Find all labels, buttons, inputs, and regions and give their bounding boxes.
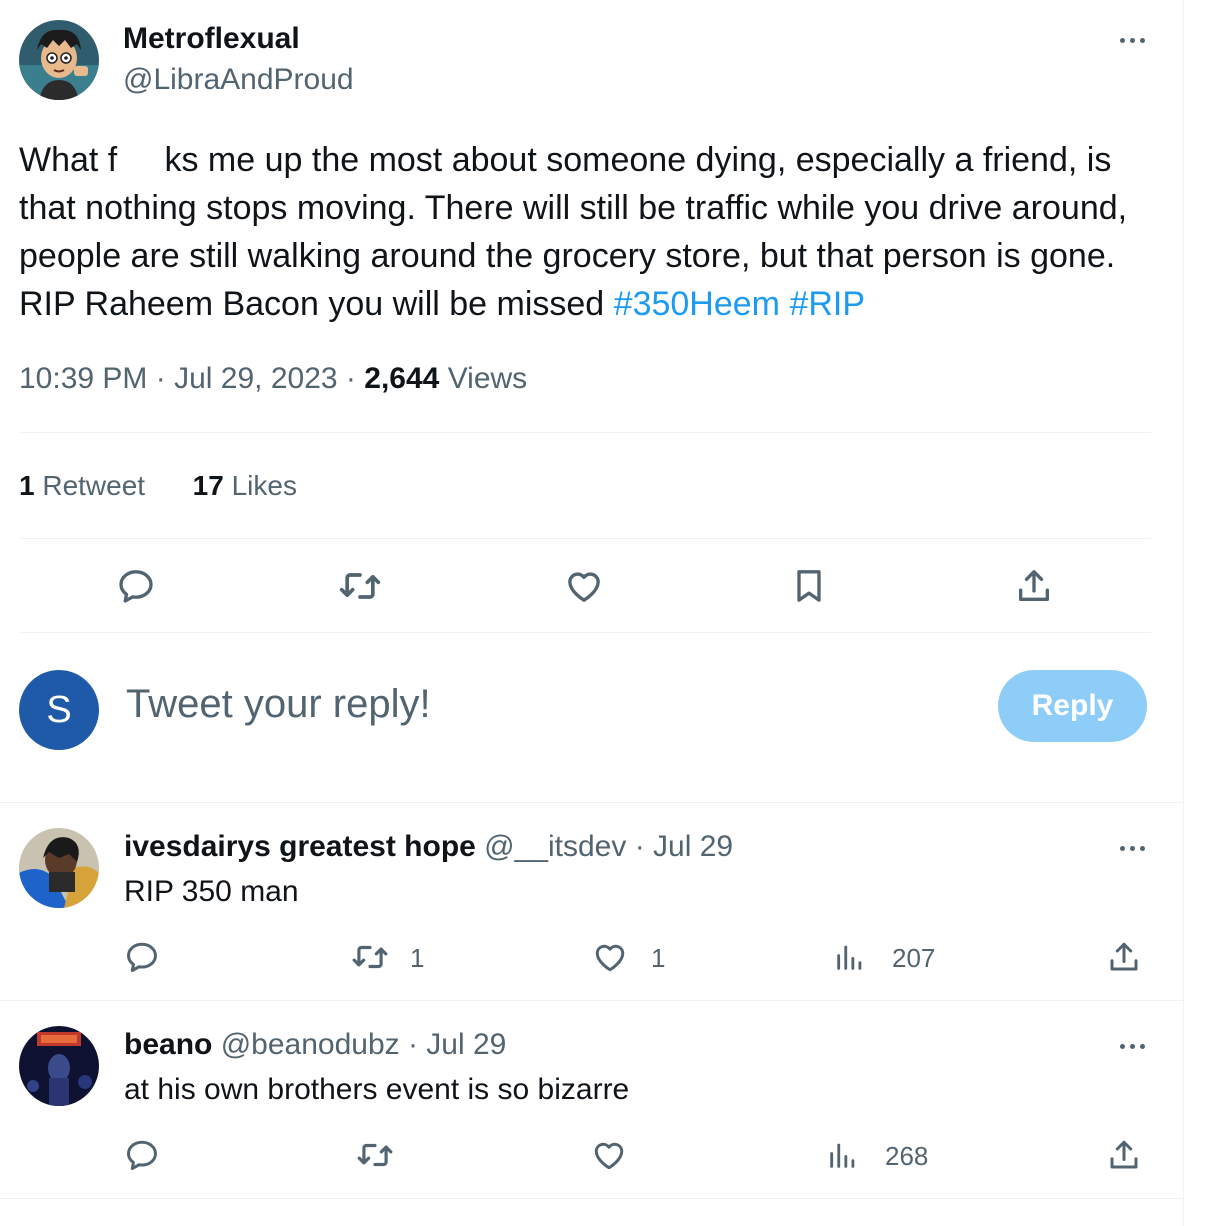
retweets-stat[interactable]: 1 Retweet (19, 470, 145, 501)
engagement-stats: 1 Retweet 17 Likes (19, 470, 297, 502)
retweet-count: 1 (410, 943, 425, 973)
reply-icon[interactable] (122, 1135, 162, 1175)
share-icon[interactable] (1104, 1135, 1144, 1175)
divider (0, 1000, 1183, 1001)
likes-label: Likes (231, 470, 297, 501)
reply-author-name[interactable]: beano (124, 1028, 212, 1061)
views-count: 207 (892, 943, 936, 973)
reply-author-name[interactable]: ivesdairys greatest hope (124, 830, 476, 863)
user-avatar[interactable]: S (19, 670, 99, 750)
share-icon[interactable] (1104, 937, 1144, 977)
reply-text: at his own brothers event is so bizarre (124, 1073, 630, 1106)
views-count: 2,644 (364, 362, 440, 395)
likes-count: 17 (192, 470, 224, 501)
views-label: Views (447, 362, 528, 395)
share-icon[interactable] (1009, 561, 1059, 611)
reply-avatar[interactable] (19, 828, 99, 908)
tweet-meta: 10:39 PM · Jul 29, 2023 · 2,644 Views (19, 362, 527, 396)
hashtag-link[interactable]: #RIP (789, 285, 865, 323)
reply-author-handle[interactable]: @__itsdev (484, 830, 626, 863)
author-handle[interactable]: @LibraAndProud (123, 63, 354, 97)
separator: · (155, 362, 166, 395)
avatar-letter: S (46, 688, 72, 731)
bookmark-icon[interactable] (784, 561, 834, 611)
timeline-border (1183, 0, 1184, 1226)
reply-icon[interactable] (122, 937, 162, 977)
hashtag-link[interactable]: #350Heem (614, 285, 780, 323)
retweets-label: Retweet (42, 470, 146, 501)
reply-header: ivesdairys greatest hope @__itsdev · Jul… (124, 830, 733, 864)
views-icon[interactable] (823, 1135, 863, 1175)
retweet-icon[interactable] (355, 1135, 395, 1175)
like-count: 1 (651, 943, 666, 973)
tweet-time[interactable]: 10:39 PM (19, 362, 147, 395)
reply-input[interactable]: Tweet your reply! (126, 682, 431, 727)
divider (19, 432, 1151, 433)
heart-icon[interactable] (589, 1135, 629, 1175)
more-icon[interactable] (1112, 1036, 1152, 1056)
views-icon[interactable] (830, 937, 870, 977)
tweet-date[interactable]: Jul 29, 2023 (174, 362, 337, 395)
more-icon[interactable] (1112, 30, 1152, 50)
reply-text: RIP 350 man (124, 875, 299, 908)
likes-stat[interactable]: 17 Likes (193, 470, 297, 501)
reply-author-handle[interactable]: @beanodubz (221, 1028, 400, 1061)
reply-date[interactable]: · Jul 29 (635, 830, 733, 863)
divider (19, 632, 1151, 633)
separator: · (345, 362, 356, 395)
tweet-body: What f ks me up the most about someone d… (19, 141, 1137, 323)
more-icon[interactable] (1112, 838, 1152, 858)
retweet-icon[interactable] (335, 561, 385, 611)
reply-header: beano @beanodubz · Jul 29 (124, 1028, 506, 1062)
retweets-count: 1 (19, 470, 35, 501)
reply-icon[interactable] (111, 561, 161, 611)
heart-icon[interactable] (590, 937, 630, 977)
divider (0, 802, 1183, 803)
divider (0, 1198, 1183, 1199)
retweet-icon[interactable] (350, 937, 390, 977)
reply-date[interactable]: · Jul 29 (408, 1028, 506, 1061)
divider (19, 538, 1151, 539)
views-count: 268 (885, 1141, 929, 1171)
reply-button[interactable]: Reply (998, 670, 1147, 742)
author-avatar[interactable] (19, 20, 99, 100)
heart-icon[interactable] (559, 561, 609, 611)
tweet-text: What f ks me up the most about someone d… (19, 136, 1159, 328)
reply-avatar[interactable] (19, 1026, 99, 1106)
author-name[interactable]: Metroflexual (123, 22, 300, 56)
